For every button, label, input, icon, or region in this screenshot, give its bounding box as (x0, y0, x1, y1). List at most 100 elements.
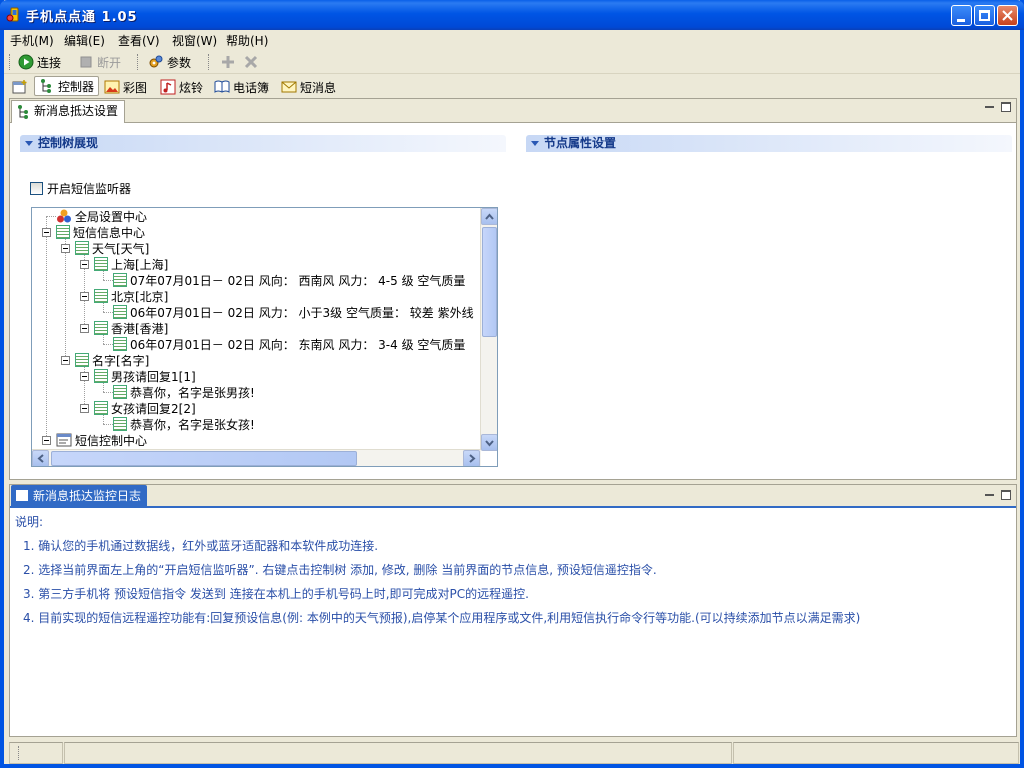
list-icon (113, 337, 127, 351)
color-image-label: 彩图 (123, 80, 148, 95)
tab-monitor-log[interactable]: 新消息抵达监控日志 (11, 485, 148, 508)
control-tree-section-header[interactable]: 控制树展现 (20, 135, 506, 152)
tree-node[interactable]: 北京[北京] (94, 288, 168, 304)
connect-button[interactable]: 连接 (18, 53, 61, 71)
toolbar-separator (208, 54, 210, 70)
new-window-button[interactable] (12, 78, 28, 96)
tree-node-label: 香港[香港] (111, 321, 169, 336)
delete-button[interactable] (243, 53, 259, 71)
toolbar-grip[interactable] (9, 54, 11, 70)
tree-node-label: 短信信息中心 (73, 225, 146, 240)
tab-sms[interactable]: 短消息 (281, 78, 336, 96)
control-tree[interactable]: 全局设置中心 短信信息中心 天气[天气] 上海[上海] 07年07月01日－ 0… (31, 207, 498, 467)
log-heading: 说明: (15, 515, 44, 529)
tree-node[interactable]: 全局设置中心 (56, 208, 147, 224)
collapse-toggle[interactable] (61, 244, 70, 253)
tree-horizontal-scrollbar[interactable] (32, 449, 481, 466)
collapse-toggle[interactable] (42, 436, 51, 445)
tree-node-label: 上海[上海] (111, 257, 169, 272)
maximize-icon (1001, 102, 1011, 112)
menu-view[interactable]: 查看(V) (118, 32, 160, 49)
scroll-down-button[interactable] (481, 434, 497, 451)
log-line: 3. 第三方手机将 预设短信指令 发送到 连接在本机上的手机号码上时,即可完成对… (23, 587, 529, 601)
window-icon (16, 490, 28, 501)
minimize-icon (985, 494, 994, 496)
play-icon (18, 54, 34, 70)
tree-node-label: 06年07月01日－ 02日 风向： 东南风 风力： 3-4 级 空气质量 (130, 337, 466, 352)
params-button[interactable]: 参数 (148, 53, 191, 71)
collapse-toggle[interactable] (80, 260, 89, 269)
tree-node[interactable]: 香港[香港] (94, 320, 168, 336)
node-properties-section-title: 节点属性设置 (544, 136, 617, 150)
tree-node[interactable]: 07年07月01日－ 02日 风向： 西南风 风力： 4-5 级 空气质量 (113, 272, 465, 288)
chevron-left-icon (37, 454, 44, 463)
nav-toolbar: 控制器 彩图 炫铃 电话簿 短消息 (4, 75, 1020, 97)
monitor-log-panel: 新消息抵达监控日志 说明: 1. 确认您的手机通过数据线，红外或蓝牙适配器和本软… (9, 484, 1017, 737)
main-toolbar: 连接 断开 参数 (4, 50, 1020, 74)
panel-maximize-button[interactable] (1001, 490, 1011, 500)
collapse-toggle[interactable] (61, 356, 70, 365)
menu-edit[interactable]: 编辑(E) (64, 32, 105, 49)
tree-node[interactable]: 06年07月01日－ 02日 风向： 东南风 风力： 3-4 级 空气质量 (113, 336, 465, 352)
sms-listener-toggle[interactable]: 开启短信监听器 (30, 180, 131, 196)
tree-node-label: 全局设置中心 (75, 209, 148, 224)
tree-node-label: 07年07月01日－ 02日 风向： 西南风 风力： 4-5 级 空气质量 (130, 273, 466, 288)
tree-vertical-scrollbar[interactable] (480, 208, 497, 451)
tree-node[interactable]: 名字[名字] (75, 352, 149, 368)
horizontal-scroll-thumb[interactable] (51, 451, 357, 466)
vertical-scroll-thumb[interactable] (482, 227, 497, 337)
tab-new-message-settings[interactable]: 新消息抵达设置 (11, 100, 126, 123)
panel-maximize-button[interactable] (1001, 102, 1011, 112)
disconnect-button[interactable]: 断开 (78, 53, 121, 71)
panel-minimize-button[interactable] (985, 102, 995, 112)
tab-ringtone[interactable]: 炫铃 (160, 78, 203, 96)
menu-window[interactable]: 视窗(W) (172, 32, 217, 49)
collapse-toggle[interactable] (80, 324, 89, 333)
minimize-icon (957, 19, 965, 22)
tab-controller[interactable]: 控制器 (34, 76, 100, 96)
settings-tab-label: 新消息抵达设置 (34, 104, 119, 118)
monitor-log-tab-label: 新消息抵达监控日志 (33, 489, 142, 503)
menu-help[interactable]: 帮助(H) (226, 32, 268, 49)
toolbar-separator (137, 54, 139, 70)
tree-node[interactable]: 上海[上海] (94, 256, 168, 272)
collapse-icon (531, 141, 539, 146)
phonebook-label: 电话簿 (233, 80, 270, 95)
scroll-right-button[interactable] (463, 450, 480, 466)
status-cell (9, 742, 63, 764)
sms-label: 短消息 (300, 80, 337, 95)
node-properties-section-header[interactable]: 节点属性设置 (526, 135, 1012, 152)
tree-node[interactable]: 恭喜你，名字是张女孩! (113, 416, 255, 432)
tree-node[interactable]: 短信信息中心 (56, 224, 145, 240)
list-icon (113, 273, 127, 287)
panel-minimize-button[interactable] (985, 490, 995, 500)
tree-node[interactable]: 女孩请回复2[2] (94, 400, 196, 416)
sms-listener-checkbox[interactable] (30, 181, 43, 195)
tab-color-image[interactable]: 彩图 (104, 78, 147, 96)
ringtone-label: 炫铃 (179, 80, 204, 95)
tree-node[interactable]: 短信控制中心 (56, 432, 147, 448)
collapse-toggle[interactable] (80, 404, 89, 413)
delete-x-icon (244, 55, 258, 69)
maximize-button[interactable] (974, 5, 995, 26)
status-cell (733, 742, 1019, 764)
tab-phonebook[interactable]: 电话簿 (214, 78, 269, 96)
minimize-button[interactable] (951, 5, 972, 26)
monitor-log-header: 新消息抵达监控日志 (10, 485, 1016, 508)
tree-node[interactable]: 天气[天气] (75, 240, 149, 256)
new-window-icon (12, 80, 27, 94)
tree-node[interactable]: 06年07月01日－ 02日 风力： 小于3级 空气质量： 较差 紫外线 (113, 304, 474, 320)
tree-node[interactable]: 男孩请回复1[1] (94, 368, 196, 384)
title-bar[interactable]: 手机点点通 1.05 (0, 0, 1024, 30)
close-button[interactable] (997, 5, 1018, 26)
scroll-left-button[interactable] (32, 450, 49, 466)
tree-node[interactable]: 恭喜你，名字是张男孩! (113, 384, 255, 400)
add-button[interactable] (220, 53, 236, 71)
collapse-toggle[interactable] (80, 372, 89, 381)
collapse-toggle[interactable] (42, 228, 51, 237)
scroll-up-button[interactable] (481, 208, 497, 225)
status-grip (18, 746, 20, 760)
menu-phone[interactable]: 手机(M) (10, 32, 54, 49)
collapse-toggle[interactable] (80, 292, 89, 301)
tree-node-label: 北京[北京] (111, 289, 169, 304)
